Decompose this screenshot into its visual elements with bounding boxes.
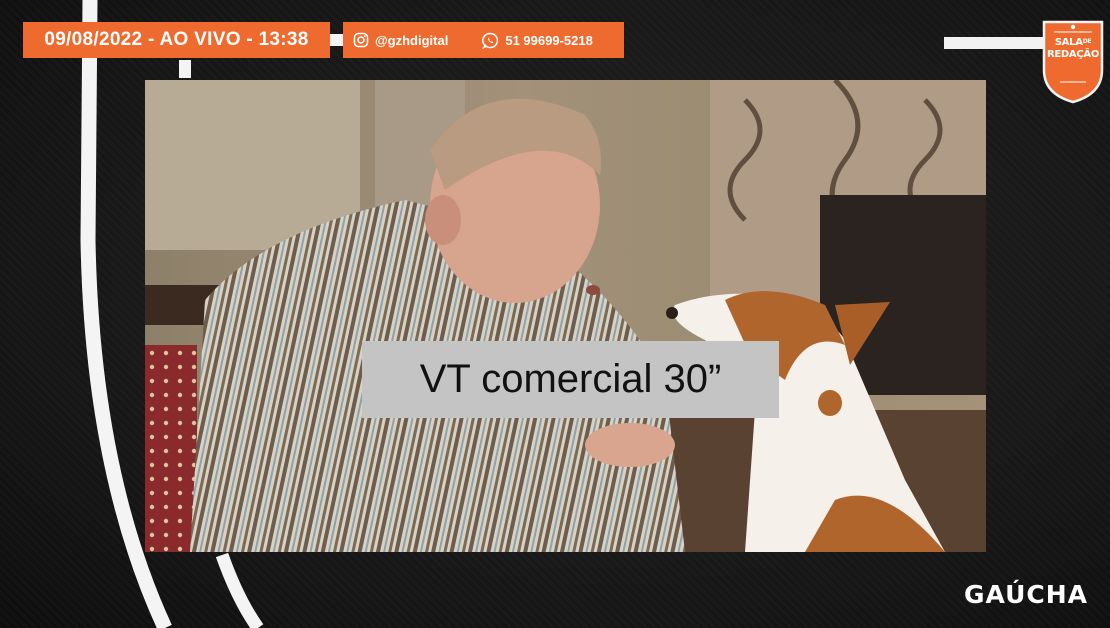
- badge-text: SALADE REDAÇÃO: [1040, 36, 1106, 61]
- social-banner: @gzhdigital 51 99699-5218: [343, 22, 624, 58]
- instagram-icon: [353, 32, 369, 48]
- badge-line1: SALA: [1054, 37, 1083, 48]
- video-frame-image: [145, 80, 986, 552]
- sala-de-redacao-logo: [1042, 20, 1104, 104]
- vt-caption-box: VT comercial 30”: [362, 341, 779, 418]
- decorative-bar: [944, 37, 1054, 49]
- gaucha-logo: GAÚCHA: [964, 580, 1089, 609]
- instagram-handle: @gzhdigital: [375, 32, 449, 48]
- date-live-banner: 09/08/2022 - AO VIVO - 13:38: [23, 22, 330, 58]
- vt-caption-text: VT comercial 30”: [419, 357, 722, 401]
- date-live-text: 09/08/2022 - AO VIVO - 13:38: [44, 29, 309, 50]
- whatsapp-icon: [482, 32, 499, 49]
- whatsapp-number: 51 99699-5218: [505, 32, 593, 48]
- badge-line1-small: DE: [1082, 38, 1092, 45]
- badge-line2: REDAÇÃO: [1046, 49, 1100, 60]
